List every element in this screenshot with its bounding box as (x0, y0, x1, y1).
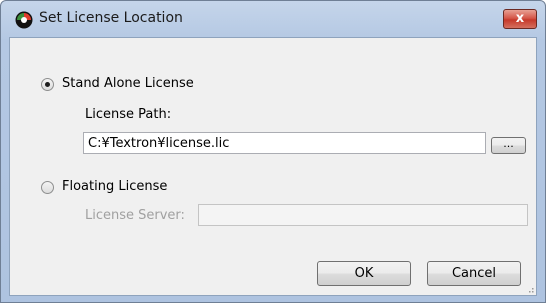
license-server-input[interactable] (198, 204, 528, 226)
app-logo-icon (15, 11, 33, 29)
close-icon: x (515, 11, 525, 26)
standalone-license-label[interactable]: Stand Alone License (62, 76, 194, 91)
license-path-label: License Path: (85, 107, 172, 122)
resize-grip-icon[interactable] (526, 285, 534, 293)
ok-button[interactable]: OK (317, 261, 411, 286)
standalone-license-radio[interactable] (41, 78, 54, 91)
license-server-label: License Server: (85, 208, 185, 223)
floating-license-radio[interactable] (41, 181, 54, 194)
floating-license-label[interactable]: Floating License (62, 179, 167, 194)
cancel-button[interactable]: Cancel (427, 261, 521, 286)
license-path-input[interactable]: C:¥Textron¥license.lic (83, 132, 486, 154)
title-bar[interactable]: Set License Location x (1, 1, 545, 37)
browse-button[interactable]: ... (491, 137, 526, 154)
dialog-body: Stand Alone License License Path: C:¥Tex… (9, 37, 537, 296)
set-license-location-dialog: Set License Location x Stand Alone Licen… (0, 0, 546, 303)
close-button[interactable]: x (503, 9, 537, 29)
dialog-title: Set License Location (39, 10, 183, 26)
